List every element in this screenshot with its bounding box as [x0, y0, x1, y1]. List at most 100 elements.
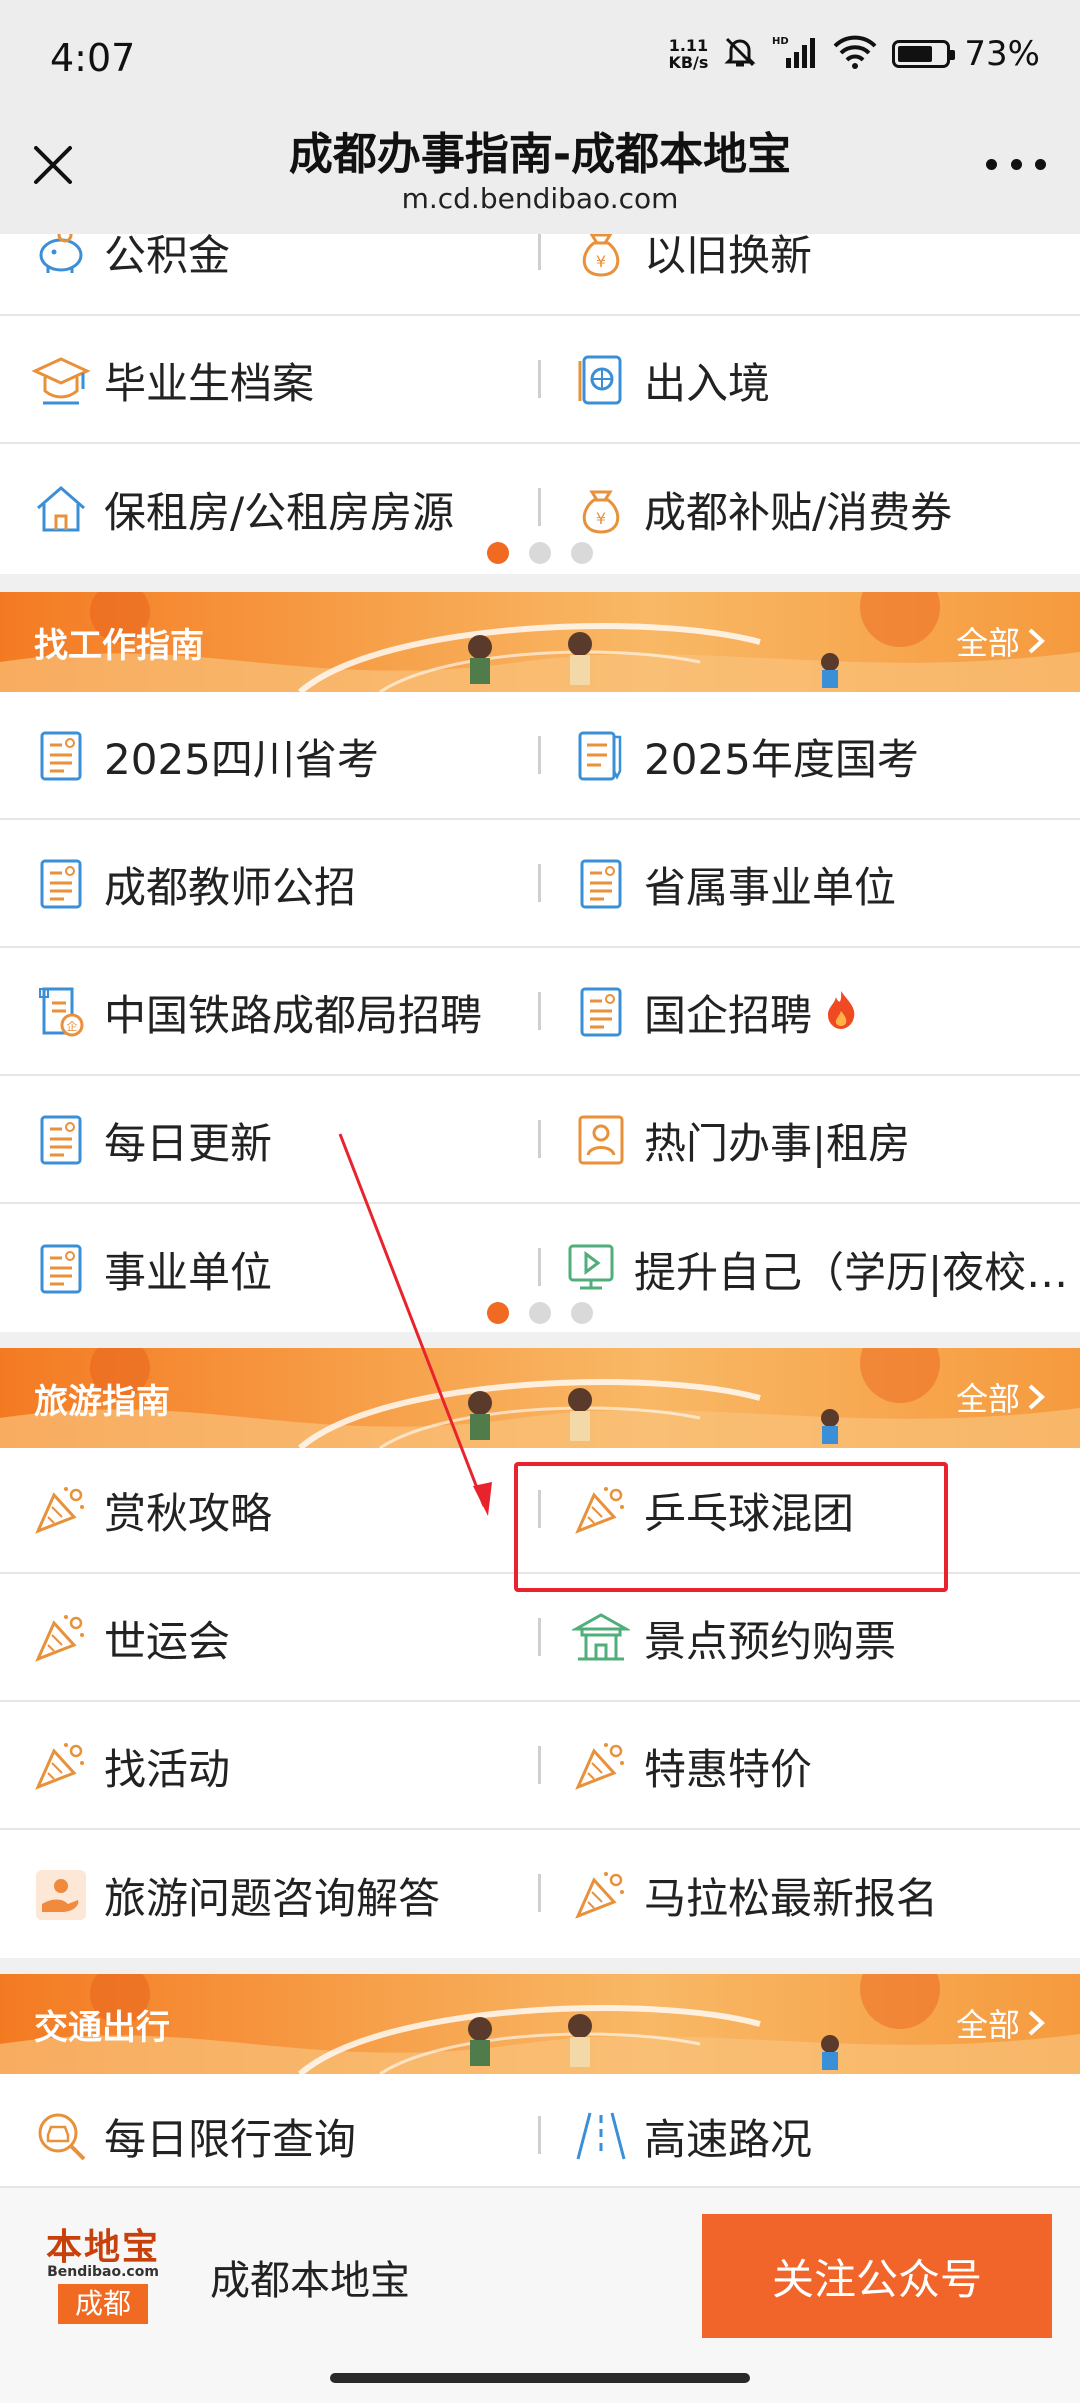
grid-row: 每日限行查询 高速路况 [0, 2074, 1080, 2186]
grid-item-label: 热门办事|租房 [644, 1118, 911, 1168]
pagination-dot[interactable] [529, 1302, 551, 1324]
piggy-bank-icon [30, 234, 92, 283]
more-options-button[interactable] [986, 154, 1046, 174]
home-indicator[interactable] [330, 2373, 750, 2383]
grid-item-label: 公积金 [104, 234, 231, 280]
signal-icon: HD [772, 34, 818, 74]
grid-row: 找活动 特惠特价 [0, 1704, 1080, 1830]
section-gap [0, 574, 1080, 592]
grid-item[interactable]: 国企招聘 [570, 950, 1070, 1074]
view-all-label: 全部 [955, 1380, 1020, 1418]
grid-item[interactable]: 每日限行查询 [30, 2074, 530, 2186]
section-banner-traffic: 交通出行 全部 [0, 1974, 1080, 2074]
grid-item-label: 马拉松最新报名 [644, 1873, 939, 1923]
car-search-icon [30, 2105, 92, 2167]
mute-bell-icon [722, 34, 758, 74]
grid-item[interactable]: 企 中国铁路成都局招聘 [30, 950, 530, 1074]
grid-item-label: 出入境 [644, 358, 771, 408]
network-speed-unit: KB/s [668, 53, 709, 72]
money-bag-icon: ¥ [570, 478, 632, 540]
grid-item[interactable]: 马拉松最新报名 [570, 1832, 1070, 1958]
pagination-dot[interactable] [571, 542, 593, 564]
svg-text:¥: ¥ [596, 509, 606, 528]
grid-item[interactable]: 旅游问题咨询解答 [30, 1832, 530, 1958]
network-speed: 1.11 KB/s [668, 37, 708, 71]
document-person-icon [30, 853, 92, 915]
grid-item[interactable]: 省属事业单位 [570, 822, 1070, 946]
section-banner-jobs: 找工作指南 全部 [0, 592, 1080, 692]
section-title: 旅游指南 [34, 1382, 170, 1422]
fire-icon [824, 989, 858, 1035]
grid-item[interactable]: 高速路况 [570, 2074, 1070, 2186]
follow-official-account-button[interactable]: 关注公众号 [702, 2214, 1052, 2338]
grid-item[interactable]: 景点预约购票 [570, 1576, 1070, 1700]
grid-item-label: 事业单位 [104, 1247, 273, 1297]
content-area: 公积金 ¥ 以旧换新 毕业生档案 出入境 保租房/公租房房源 ¥ 成都补贴/消费… [0, 234, 1080, 2186]
document-person-icon [30, 1109, 92, 1171]
divider [538, 992, 541, 1030]
grid-item[interactable]: 赏秋攻略 [30, 1448, 530, 1572]
house-icon [30, 478, 92, 540]
grid-item-label: 每日限行查询 [104, 2114, 357, 2164]
pagination-dots [0, 542, 1080, 564]
grid-item-label: 旅游问题咨询解答 [104, 1873, 441, 1923]
divider [538, 1618, 541, 1656]
pagination-dot-active[interactable] [487, 542, 509, 564]
grid-row: 毕业生档案 出入境 [0, 318, 1080, 444]
grid-item-label: 成都教师公招 [104, 862, 357, 912]
pagination-dot-active[interactable] [487, 1302, 509, 1324]
svg-text:企: 企 [67, 1019, 78, 1033]
divider [538, 736, 541, 774]
grid-item[interactable]: 找活动 [30, 1704, 530, 1828]
logo-text: 本地宝 [45, 2227, 160, 2268]
divider [538, 488, 541, 526]
document-person-icon [570, 981, 632, 1043]
grid-item-label: 高速路况 [644, 2114, 813, 2164]
grid-item[interactable]: 每日更新 [30, 1078, 530, 1202]
view-all-label: 全部 [955, 624, 1020, 662]
grid-row: 公积金 ¥ 以旧换新 [0, 234, 1080, 316]
grid-item[interactable]: 热门办事|租房 [570, 1078, 1070, 1202]
pagination-dot[interactable] [571, 1302, 593, 1324]
bendibao-logo: 本地宝 Bendibao.com 成都 [38, 2218, 168, 2330]
road-icon [570, 2105, 632, 2167]
view-all-link[interactable]: 全部 [956, 1374, 1046, 1420]
grid-row: 旅游问题咨询解答 马拉松最新报名 [0, 1832, 1080, 1958]
grid-item[interactable]: 公积金 [30, 234, 530, 314]
grid-item[interactable]: 成都教师公招 [30, 822, 530, 946]
grid-row: 企 中国铁路成都局招聘 国企招聘 [0, 950, 1080, 1076]
grid-item[interactable]: 出入境 [570, 318, 1070, 442]
grid-item[interactable]: 2025四川省考 [30, 694, 530, 818]
grid-item-label: 世运会 [104, 1616, 231, 1666]
grid-item[interactable]: 世运会 [30, 1576, 530, 1700]
grid-item[interactable]: 2025年度国考 [570, 694, 1070, 818]
party-popper-icon [30, 1735, 92, 1797]
grid-item[interactable]: 特惠特价 [570, 1704, 1070, 1828]
party-popper-icon [30, 1479, 92, 1541]
view-all-link[interactable]: 全部 [956, 2000, 1046, 2046]
grid-item-label: 毕业生档案 [104, 358, 315, 408]
grid-item-label: 省属事业单位 [644, 862, 897, 912]
enterprise-document-icon: 企 [30, 981, 92, 1043]
grid-item[interactable]: ¥ 以旧换新 [570, 234, 1070, 314]
more-dot [1010, 158, 1022, 170]
battery-fill [898, 46, 932, 62]
status-time: 4:07 [50, 36, 136, 80]
grid-row: 每日更新 热门办事|租房 [0, 1078, 1080, 1204]
money-bag-icon: ¥ [570, 234, 632, 283]
grid-item-label: 成都补贴/消费券 [644, 487, 953, 537]
pagination-dot[interactable] [529, 542, 551, 564]
grid-item[interactable]: 毕业生档案 [30, 318, 530, 442]
page-url: m.cd.bendibao.com [401, 182, 679, 215]
passport-icon [570, 349, 632, 411]
divider [538, 1746, 541, 1784]
divider [538, 234, 541, 270]
document-person-icon [30, 725, 92, 787]
battery-icon [892, 40, 956, 68]
view-all-link[interactable]: 全部 [956, 618, 1046, 664]
grid-item-label: 特惠特价 [644, 1744, 813, 1794]
party-popper-icon [570, 1864, 632, 1926]
grid-item-label: 中国铁路成都局招聘 [104, 990, 483, 1040]
party-popper-icon [30, 1607, 92, 1669]
grid-item-label: 以旧换新 [644, 234, 813, 280]
